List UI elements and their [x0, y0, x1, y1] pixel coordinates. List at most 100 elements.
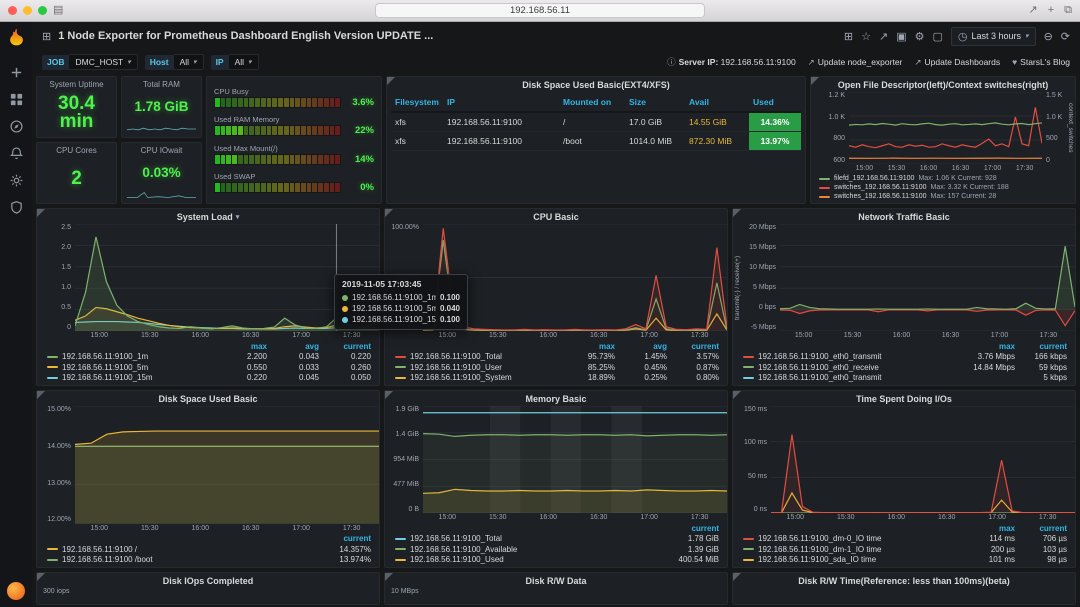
- legend-series-name[interactable]: 192.168.56.11:9100_Available: [395, 545, 667, 554]
- legend-series-name[interactable]: 192.168.56.11:9100_eth0_transmit: [743, 373, 963, 382]
- panel-info-corner[interactable]: [733, 209, 741, 217]
- star-icon[interactable]: ☆: [861, 30, 871, 43]
- legend-header-current[interactable]: current: [667, 342, 719, 351]
- variable-dropdown[interactable]: All ▾: [228, 54, 259, 70]
- window-close-button[interactable]: [8, 6, 17, 15]
- zoom-out-icon[interactable]: ⊖: [1044, 30, 1053, 43]
- legend-series-name[interactable]: 192.168.56.11:9100_eth0_receive: [743, 363, 963, 372]
- legend-series-name[interactable]: switches_192.168.56.11:9100: [834, 184, 927, 191]
- column-header[interactable]: Mounted on: [559, 93, 625, 111]
- grafana-logo-icon[interactable]: [6, 27, 27, 53]
- legend-header-max[interactable]: max: [215, 342, 267, 351]
- legend-series-name[interactable]: 192.168.56.11:9100_User: [395, 363, 563, 372]
- variable-dropdown[interactable]: All ▾: [173, 54, 204, 70]
- panel-title[interactable]: Network Traffic Basic: [733, 209, 1075, 224]
- share-icon[interactable]: ↗: [1028, 5, 1037, 16]
- dashboard-link[interactable]: ↗ Update node_exporter: [808, 57, 903, 68]
- legend-series-name[interactable]: 192.168.56.11:9100_dm-1_IO time: [743, 545, 963, 554]
- column-header[interactable]: Size: [625, 93, 685, 111]
- create-plus-icon[interactable]: [9, 65, 24, 80]
- legend-header-avg[interactable]: avg: [267, 342, 319, 351]
- panel-info-corner[interactable]: [37, 391, 45, 399]
- panel-menu-caret[interactable]: ▾: [236, 213, 240, 221]
- legend-series-name[interactable]: 192.168.56.11:9100 /boot: [47, 555, 319, 564]
- explore-compass-icon[interactable]: [9, 119, 24, 134]
- panel-title[interactable]: Open File Descriptor(left)/Context switc…: [811, 77, 1075, 92]
- legend-header-max[interactable]: max: [563, 342, 615, 351]
- panel-info-corner[interactable]: [37, 573, 45, 581]
- legend-series-name[interactable]: 192.168.56.11:9100_dm-0_IO time: [743, 534, 963, 543]
- panel-title[interactable]: Total RAM: [122, 77, 201, 89]
- panel-title[interactable]: CPU Basic: [385, 209, 727, 224]
- server-admin-shield-icon[interactable]: [9, 200, 24, 215]
- new-tab-icon[interactable]: +: [1048, 5, 1054, 16]
- dashboard-picker-icon[interactable]: ⊞: [42, 30, 51, 43]
- panel-title[interactable]: Memory Basic: [385, 391, 727, 406]
- panel-title[interactable]: Disk R/W Data: [385, 573, 727, 588]
- panel-info-corner[interactable]: [733, 573, 741, 581]
- column-header[interactable]: Avail: [685, 93, 749, 111]
- address-bar[interactable]: 192.168.56.11: [375, 3, 705, 18]
- legend-series-name[interactable]: 192.168.56.11:9100_System: [395, 373, 563, 382]
- legend-header-max[interactable]: max: [963, 342, 1015, 351]
- legend-series-name[interactable]: 192.168.56.11:9100_sda_IO time: [743, 555, 963, 564]
- dashboard-title[interactable]: 1 Node Exporter for Prometheus Dashboard…: [58, 30, 433, 42]
- panel-info-corner[interactable]: [811, 77, 819, 85]
- legend-header-current[interactable]: current: [1015, 342, 1067, 351]
- legend-series-name[interactable]: 192.168.56.11:9100_Used: [395, 555, 667, 564]
- panel-title[interactable]: CPU IOwait: [122, 143, 201, 155]
- cycle-view-tv-icon[interactable]: ▢: [933, 30, 943, 43]
- legend-series-name[interactable]: filefd_192.168.56.11:9100: [834, 175, 914, 182]
- time-range-picker[interactable]: ◷ Last 3 hours ▾: [950, 26, 1036, 46]
- dashboard-link[interactable]: ↗ Update Dashboards: [914, 57, 1000, 68]
- panel-info-corner[interactable]: [37, 209, 45, 217]
- legend-series-name[interactable]: switches_192.168.56.11:9100: [834, 193, 927, 200]
- sidebar-toggle-icon[interactable]: ▤: [53, 5, 63, 16]
- info-icon: ⓘ: [667, 57, 676, 67]
- panel-info-corner[interactable]: [733, 391, 741, 399]
- legend-series-name[interactable]: 192.168.56.11:9100 /: [47, 545, 319, 554]
- panel-title[interactable]: Disk IOps Completed: [37, 573, 379, 588]
- panel-title[interactable]: System Uptime: [37, 77, 116, 89]
- panel-info-corner[interactable]: [385, 573, 393, 581]
- dashboards-icon[interactable]: [9, 92, 24, 107]
- panel-title[interactable]: CPU Cores: [37, 143, 116, 155]
- user-avatar[interactable]: [7, 582, 25, 600]
- panel-title[interactable]: Disk R/W Time(Reference: less than 100ms…: [733, 573, 1075, 588]
- legend-series-name[interactable]: 192.168.56.11:9100_eth0_transmit: [743, 352, 963, 361]
- legend-series-name[interactable]: 192.168.56.11:9100_15m: [47, 373, 215, 382]
- dashboard-link[interactable]: ♥ StarsL's Blog: [1012, 57, 1070, 67]
- legend-header-max[interactable]: max: [963, 524, 1015, 533]
- legend-header-current[interactable]: current: [319, 342, 371, 351]
- window-minimize-button[interactable]: [23, 6, 32, 15]
- panel-info-corner[interactable]: [385, 391, 393, 399]
- add-panel-icon[interactable]: ⊞: [844, 30, 853, 43]
- legend-series-name[interactable]: 192.168.56.11:9100_Total: [395, 534, 667, 543]
- column-header[interactable]: IP: [443, 93, 559, 111]
- share-icon[interactable]: ↗: [879, 30, 888, 43]
- legend-header-current[interactable]: current: [667, 524, 719, 533]
- panel-title[interactable]: Disk Space Used Basic(EXT4/XFS): [387, 77, 805, 92]
- gear-icon[interactable]: ⚙: [915, 30, 925, 43]
- legend-header-current[interactable]: current: [319, 534, 371, 543]
- alerting-bell-icon[interactable]: [9, 146, 24, 161]
- refresh-icon[interactable]: ⟳: [1061, 30, 1070, 43]
- column-header[interactable]: Filesystem: [391, 93, 443, 111]
- column-header[interactable]: Used: [749, 93, 801, 111]
- save-icon[interactable]: ▣: [896, 30, 906, 43]
- legend-header-avg[interactable]: avg: [615, 342, 667, 351]
- panel-title[interactable]: Disk Space Used Basic: [37, 391, 379, 406]
- tabs-overview-icon[interactable]: ⧉: [1064, 5, 1072, 16]
- configuration-gear-icon[interactable]: [9, 173, 24, 188]
- legend-series-name[interactable]: 192.168.56.11:9100_Total: [395, 352, 563, 361]
- legend-series-name[interactable]: 192.168.56.11:9100_1m: [47, 352, 215, 361]
- chevron-down-icon: ▾: [193, 59, 197, 66]
- panel-info-corner[interactable]: [385, 209, 393, 217]
- window-zoom-button[interactable]: [38, 6, 47, 15]
- legend-header-current[interactable]: current: [1015, 524, 1067, 533]
- legend-series-name[interactable]: 192.168.56.11:9100_5m: [47, 363, 215, 372]
- panel-info-corner[interactable]: [387, 77, 395, 85]
- variable-dropdown[interactable]: DMC_HOST ▾: [69, 54, 138, 70]
- panel-title[interactable]: Time Spent Doing I/Os: [733, 391, 1075, 406]
- panel-title[interactable]: System Load ▾: [37, 209, 379, 224]
